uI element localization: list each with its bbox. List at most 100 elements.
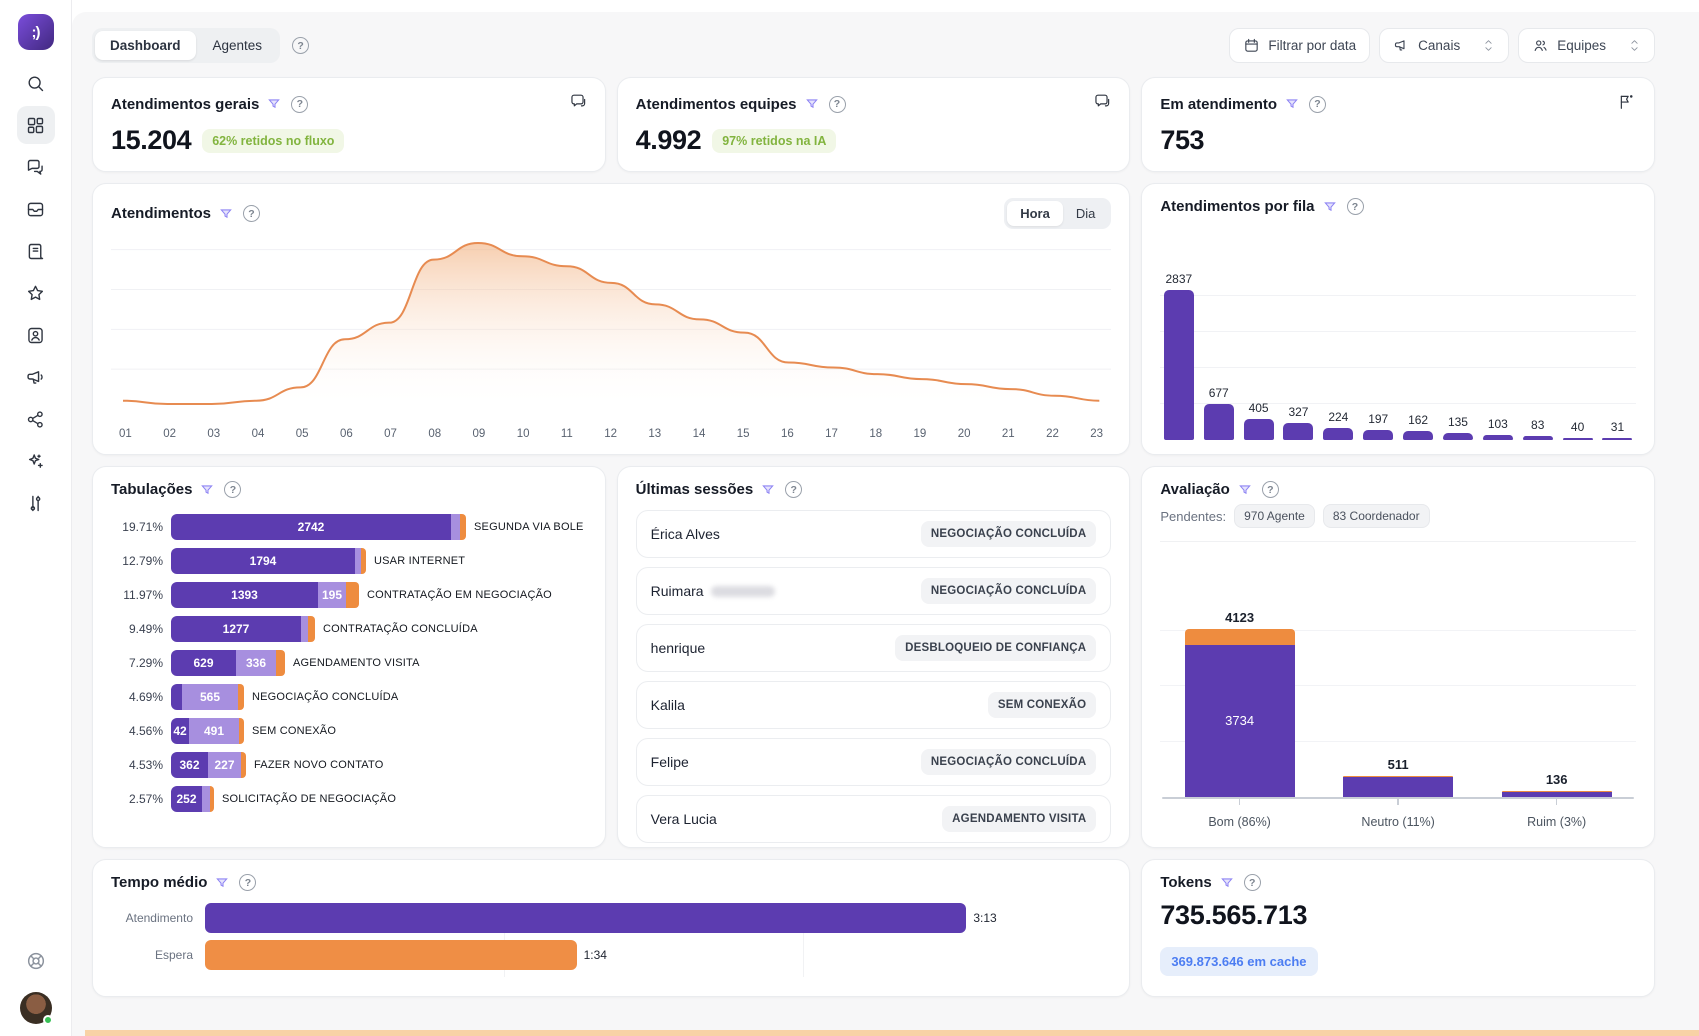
- tabulacao-row[interactable]: 12.79%1794USAR INTERNET: [111, 548, 587, 574]
- chat-duplicate-icon: [1092, 92, 1111, 116]
- sidebar-item-settings[interactable]: [17, 484, 55, 522]
- bar: [1283, 423, 1313, 440]
- sidebar-item-help[interactable]: [17, 942, 55, 980]
- tabs-help-icon[interactable]: ?: [292, 37, 309, 54]
- fila-bar-group[interactable]: 162: [1402, 413, 1435, 440]
- fila-bar-group[interactable]: 135: [1441, 415, 1474, 440]
- help-icon[interactable]: ?: [785, 481, 802, 498]
- tab-dashboard[interactable]: Dashboard: [95, 31, 196, 60]
- sidebar-item-integrations[interactable]: [17, 400, 55, 438]
- bar-segment-orange: [239, 718, 244, 744]
- session-row[interactable]: Érica AlvesNEGOCIAÇÃO CONCLUÍDA: [636, 510, 1112, 558]
- help-icon[interactable]: ?: [829, 96, 846, 113]
- sidebar-item-search[interactable]: [17, 64, 55, 102]
- sidebar-item-dashboard[interactable]: [17, 106, 55, 144]
- aval-bar-group[interactable]: 41233734: [1180, 610, 1300, 797]
- help-icon[interactable]: ?: [1244, 874, 1261, 891]
- filter-funnel-icon[interactable]: [761, 483, 775, 497]
- x-tick-label: 12: [604, 428, 617, 440]
- filter-funnel-icon[interactable]: [215, 876, 229, 890]
- session-row[interactable]: KalilaSEM CONEXÃO: [636, 681, 1112, 729]
- fila-bar-group[interactable]: 2837: [1162, 272, 1195, 440]
- toggle-hora[interactable]: Hora: [1007, 201, 1063, 226]
- bar[interactable]: [205, 940, 577, 970]
- bar: [1204, 404, 1234, 440]
- session-row[interactable]: henriqueDESBLOQUEIO DE CONFIANÇA: [636, 624, 1112, 672]
- x-tick-label: 07: [384, 428, 397, 440]
- sidebar-item-inbox[interactable]: [17, 190, 55, 228]
- help-icon[interactable]: ?: [243, 205, 260, 222]
- fila-bar-group[interactable]: 83: [1521, 418, 1554, 440]
- teams-select[interactable]: Equipes: [1518, 28, 1655, 63]
- filter-funnel-icon[interactable]: [1285, 97, 1299, 111]
- filter-funnel-icon[interactable]: [1323, 200, 1337, 214]
- fila-bar-group[interactable]: 40: [1561, 420, 1594, 440]
- time-granularity-toggle: Hora Dia: [1004, 198, 1111, 229]
- pendentes-agente-chip[interactable]: 970 Agente: [1234, 504, 1315, 528]
- tabulacao-row[interactable]: 19.71%2742SEGUNDA VIA BOLE: [111, 514, 587, 540]
- filter-funnel-icon[interactable]: [805, 97, 819, 111]
- filter-funnel-icon[interactable]: [1220, 876, 1234, 890]
- sessions-list: Érica AlvesNEGOCIAÇÃO CONCLUÍDA RuimaraNE…: [636, 510, 1112, 848]
- star-icon: [25, 283, 46, 304]
- tabulacao-row[interactable]: 11.97%1393195CONTRATAÇÃO EM NEGOCIAÇÃO: [111, 582, 587, 608]
- row-label: CONTRATAÇÃO EM NEGOCIAÇÃO: [367, 589, 552, 601]
- tabulacao-row[interactable]: 4.56%42491SEM CONEXÃO: [111, 718, 587, 744]
- bar-segment-light: [202, 786, 210, 812]
- row-percent: 19.71%: [111, 520, 163, 534]
- aval-bar-group[interactable]: 136: [1497, 772, 1617, 797]
- filter-date-button[interactable]: Filtrar por data: [1229, 28, 1370, 63]
- fila-bar-group[interactable]: 31: [1601, 420, 1634, 440]
- axis-tick: [1239, 799, 1241, 805]
- fila-bar-group[interactable]: 197: [1362, 412, 1395, 440]
- fila-bar-group[interactable]: 224: [1322, 410, 1355, 440]
- session-row[interactable]: RuimaraNEGOCIAÇÃO CONCLUÍDA: [636, 567, 1112, 615]
- flag-report-icon: [1617, 92, 1636, 116]
- tab-agentes[interactable]: Agentes: [198, 31, 278, 60]
- filter-funnel-icon[interactable]: [200, 483, 214, 497]
- channels-select[interactable]: Canais: [1379, 28, 1509, 63]
- tabulacao-row[interactable]: 4.69%565NEGOCIAÇÃO CONCLUÍDA: [111, 684, 587, 710]
- help-icon[interactable]: ?: [239, 874, 256, 891]
- pendentes-label: Pendentes:: [1160, 509, 1226, 524]
- tabulacao-row[interactable]: 4.53%362227FAZER NOVO CONTATO: [111, 752, 587, 778]
- sidebar-item-chats[interactable]: [17, 148, 55, 186]
- pendentes-coordenador-chip[interactable]: 83 Coordenador: [1323, 504, 1430, 528]
- kpi-value: 15.204: [111, 125, 191, 156]
- filter-funnel-icon[interactable]: [1238, 483, 1252, 497]
- sidebar-item-contracts[interactable]: [17, 232, 55, 270]
- row-label: FAZER NOVO CONTATO: [254, 759, 384, 771]
- tabulacao-row[interactable]: 2.57%252SOLICITAÇÃO DE NEGOCIAÇÃO: [111, 786, 587, 812]
- sidebar-item-campaigns[interactable]: [17, 358, 55, 396]
- fila-bar-group[interactable]: 327: [1282, 405, 1315, 440]
- aval-bar-group[interactable]: 511: [1338, 757, 1458, 797]
- user-menu[interactable]: [20, 992, 52, 1024]
- session-row[interactable]: FelipeNEGOCIAÇÃO CONCLUÍDA: [636, 738, 1112, 786]
- bar-segment-dark: 1393: [171, 582, 318, 608]
- filter-funnel-icon[interactable]: [219, 207, 233, 221]
- tabulacao-row[interactable]: 9.49%1277CONTRATAÇÃO CONCLUÍDA: [111, 616, 587, 642]
- toggle-dia[interactable]: Dia: [1063, 201, 1109, 226]
- avaliacao-bar-chart: 41233734511136Bom (86%)Neutro (11%)Ruim …: [1160, 542, 1636, 833]
- sidebar-item-favorites[interactable]: [17, 274, 55, 312]
- sidebar-item-ai[interactable]: [17, 442, 55, 480]
- calendar-icon: [1243, 37, 1260, 54]
- bar-value-label: 2837: [1165, 272, 1192, 286]
- help-icon[interactable]: ?: [1262, 481, 1279, 498]
- bar[interactable]: [205, 903, 966, 933]
- help-icon[interactable]: ?: [1347, 198, 1364, 215]
- app-logo[interactable]: ;): [18, 14, 54, 50]
- sidebar-item-contacts[interactable]: [17, 316, 55, 354]
- fila-bar-group[interactable]: 405: [1242, 401, 1275, 440]
- filter-funnel-icon[interactable]: [267, 97, 281, 111]
- fila-bar-group[interactable]: 677: [1202, 386, 1235, 440]
- help-icon[interactable]: ?: [1309, 96, 1326, 113]
- bar: [1164, 290, 1194, 440]
- bar: [1244, 419, 1274, 440]
- help-icon[interactable]: ?: [291, 96, 308, 113]
- session-row[interactable]: Vera LuciaAGENDAMENTO VISITA: [636, 795, 1112, 843]
- help-icon[interactable]: ?: [224, 481, 241, 498]
- tabulacao-row[interactable]: 7.29%629336AGENDAMENTO VISITA: [111, 650, 587, 676]
- fila-bar-group[interactable]: 103: [1481, 417, 1514, 440]
- section-title: Atendimentos: [111, 205, 211, 222]
